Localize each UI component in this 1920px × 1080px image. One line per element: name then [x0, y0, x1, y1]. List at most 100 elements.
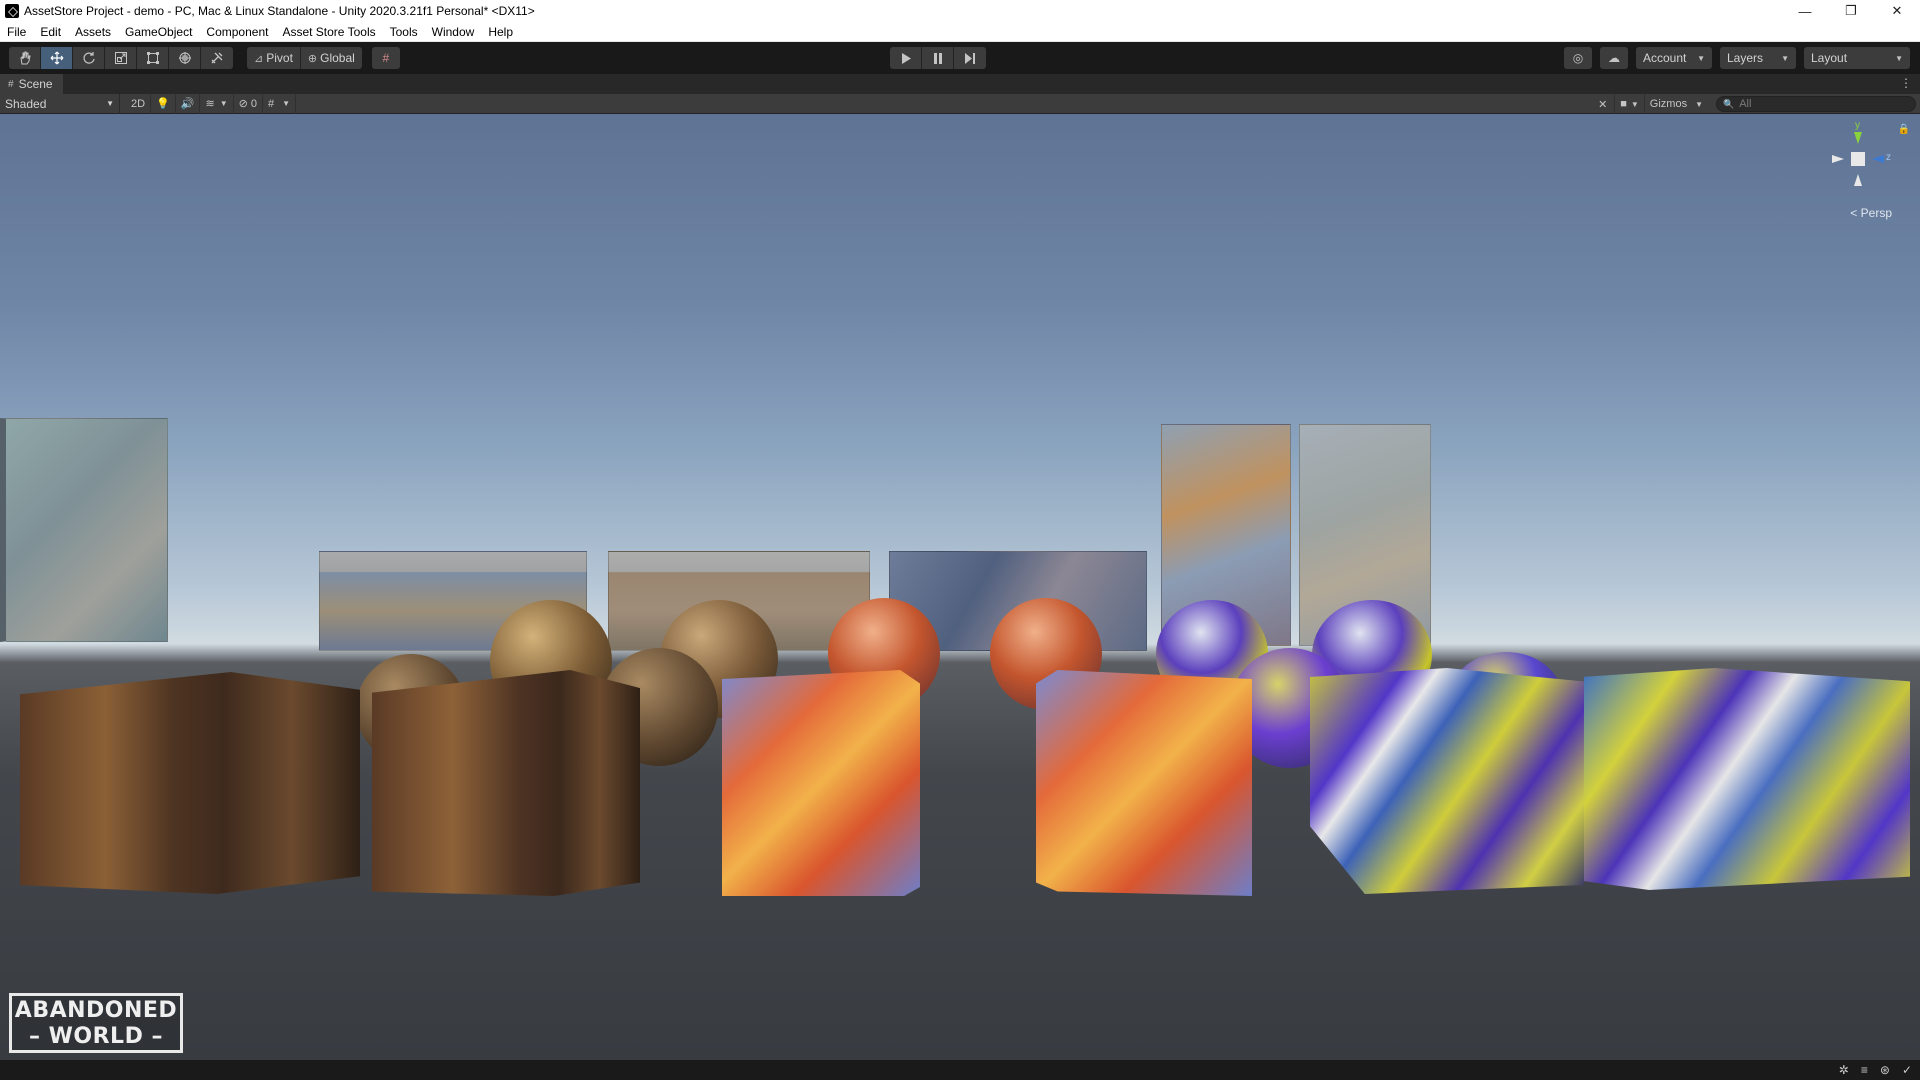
play-button[interactable]	[890, 47, 922, 69]
bug-icon[interactable]: ✲	[1839, 1063, 1849, 1077]
chevron-down-icon: ▼	[282, 99, 290, 108]
menu-file[interactable]: File	[0, 25, 33, 39]
chevron-down-icon: ▼	[1630, 99, 1639, 109]
cube-cosmonaut-1[interactable]	[20, 672, 360, 894]
menu-component[interactable]: Component	[199, 25, 275, 39]
globe-icon: ⊕	[307, 52, 318, 65]
menu-tools[interactable]: Tools	[383, 25, 425, 39]
layers-stack-icon[interactable]: ≡	[1861, 1063, 1868, 1077]
lighting-toggle[interactable]: 💡	[151, 93, 176, 114]
hand-tool-icon[interactable]	[9, 47, 41, 69]
custom-tool-icon[interactable]	[201, 47, 233, 69]
pivot-toggle[interactable]: ⊿ Pivot	[247, 47, 301, 69]
cube-cosmonaut-2[interactable]	[372, 670, 640, 896]
global-toggle[interactable]: ⊕ Global	[300, 47, 362, 69]
tab-scene[interactable]: # Scene	[0, 74, 63, 94]
layers-dropdown[interactable]: Layers ▼	[1720, 47, 1796, 69]
rotate-tool-icon[interactable]	[73, 47, 105, 69]
window-controls: — ❐ ✕	[1782, 0, 1920, 22]
shading-mode-label: Shaded	[5, 96, 47, 111]
menu-asset-store-tools[interactable]: Asset Store Tools	[275, 25, 382, 39]
collab-button[interactable]: ◎	[1564, 47, 1592, 69]
projection-toggle[interactable]: < Persp	[1850, 206, 1892, 220]
search-icon: 🔍	[1723, 98, 1735, 109]
menu-gameobject[interactable]: GameObject	[118, 25, 199, 39]
pause-button[interactable]	[922, 47, 954, 69]
effects-toggle[interactable]: ≋ ▼	[200, 93, 234, 114]
scene-options-right: ✕ ■ ▼ Gizmos ▼ 🔍 All	[1591, 94, 1916, 114]
menu-help[interactable]: Help	[481, 25, 520, 39]
cloud-icon: ☁	[1608, 51, 1620, 65]
layout-dropdown[interactable]: Layout ▼	[1804, 47, 1910, 69]
tools-toggle[interactable]: ✕	[1591, 94, 1616, 114]
camera-icon: ■	[1620, 98, 1627, 110]
logo-line-2-text: WORLD	[48, 1024, 144, 1049]
grid-toggle[interactable]: # ▼	[263, 93, 296, 114]
gizmo-y-label: y	[1855, 120, 1860, 131]
cube-sun-2[interactable]	[1036, 670, 1252, 896]
search-placeholder: All	[1739, 98, 1752, 110]
more-options-icon[interactable]: ⋮	[1900, 76, 1912, 90]
move-tool-icon[interactable]	[41, 47, 73, 69]
layers-label: Layers	[1727, 51, 1764, 65]
logo-line-1: ABANDONED	[14, 998, 178, 1023]
scale-tool-icon[interactable]	[105, 47, 137, 69]
scene-hash-icon: #	[8, 78, 14, 90]
chevron-down-icon: ▼	[219, 99, 228, 108]
audio-toggle[interactable]: 🔊	[176, 93, 201, 114]
handle-toggles: ⊿ Pivot ⊕ Global	[247, 47, 362, 69]
gizmos-label: Gizmos	[1649, 98, 1688, 110]
gizmos-dropdown[interactable]: Gizmos ▼	[1645, 94, 1708, 114]
maximize-button[interactable]: ❐	[1828, 0, 1874, 22]
pivot-icon: ⊿	[254, 52, 264, 65]
shading-mode-dropdown[interactable]: Shaded ▼	[0, 93, 120, 114]
camera-dropdown[interactable]: ■ ▼	[1615, 94, 1645, 114]
chevron-down-icon: ▼	[1781, 53, 1789, 63]
close-button[interactable]: ✕	[1874, 0, 1920, 22]
toolbar-right: ◎ ☁ Account ▼ Layers ▼ Layout ▼	[1564, 47, 1910, 69]
orientation-gizmo[interactable]: y z	[1824, 120, 1892, 204]
minimize-button[interactable]: —	[1782, 0, 1828, 22]
cube-abstract-2[interactable]	[1584, 668, 1910, 890]
debug-icon[interactable]: ⊛	[1880, 1063, 1890, 1077]
hidden-object-count: 0	[250, 97, 257, 110]
chevron-down-icon: ▼	[106, 99, 114, 108]
global-label: Global	[320, 51, 355, 65]
main-toolbar: ⊿ Pivot ⊕ Global # ◎ ☁ Account ▼ Layers ▼	[0, 42, 1920, 74]
scene-visibility-toggle[interactable]: ⊘ 0	[234, 93, 263, 114]
step-button[interactable]	[954, 47, 986, 69]
mode-2d-toggle[interactable]: 2D	[126, 93, 152, 114]
menu-window[interactable]: Window	[425, 25, 482, 39]
grid-snap-button[interactable]: #	[371, 47, 400, 69]
rect-tool-icon[interactable]	[137, 47, 169, 69]
scene-search-input[interactable]: 🔍 All	[1716, 96, 1916, 112]
cloud-button[interactable]: ☁	[1600, 47, 1628, 69]
transform-tool-icon[interactable]	[169, 47, 201, 69]
lightbulb-icon: 💡	[156, 98, 170, 110]
grid-icon: #	[267, 97, 275, 110]
abandoned-world-logo: ABANDONED – WORLD –	[9, 993, 183, 1053]
window-titlebar: AssetStore Project - demo - PC, Mac & Li…	[0, 0, 1920, 22]
account-dropdown[interactable]: Account ▼	[1636, 47, 1712, 69]
cube-abstract-1[interactable]	[1310, 668, 1584, 894]
chevron-down-icon: ▼	[1697, 53, 1705, 63]
eye-hidden-icon: ⊘	[238, 98, 248, 110]
pause-icon	[933, 52, 942, 64]
lock-icon[interactable]: 🔒	[1898, 124, 1910, 135]
menu-edit[interactable]: Edit	[33, 25, 68, 39]
tools-icon: ✕	[1598, 98, 1608, 111]
unity-app-icon	[5, 4, 19, 18]
scene-tab-label: Scene	[18, 77, 53, 91]
grid-snap-icon: #	[382, 51, 390, 65]
check-circle-icon[interactable]: ✓	[1902, 1063, 1912, 1077]
status-bar: ✲ ≡ ⊛ ✓	[0, 1060, 1920, 1080]
account-label: Account	[1643, 51, 1687, 65]
mosaic-panel-left[interactable]	[0, 418, 168, 642]
cube-sun-1[interactable]	[722, 670, 920, 896]
collab-icon: ◎	[1572, 51, 1584, 65]
menu-bar: File Edit Assets GameObject Component As…	[0, 22, 1920, 42]
scene-tab-bar: # Scene ⋮	[0, 74, 1920, 94]
scene-viewport[interactable]: y z 🔒 < Persp ABANDONED – WORLD –	[0, 114, 1920, 1060]
menu-assets[interactable]: Assets	[68, 25, 118, 39]
gizmo-z-label: z	[1886, 152, 1891, 163]
